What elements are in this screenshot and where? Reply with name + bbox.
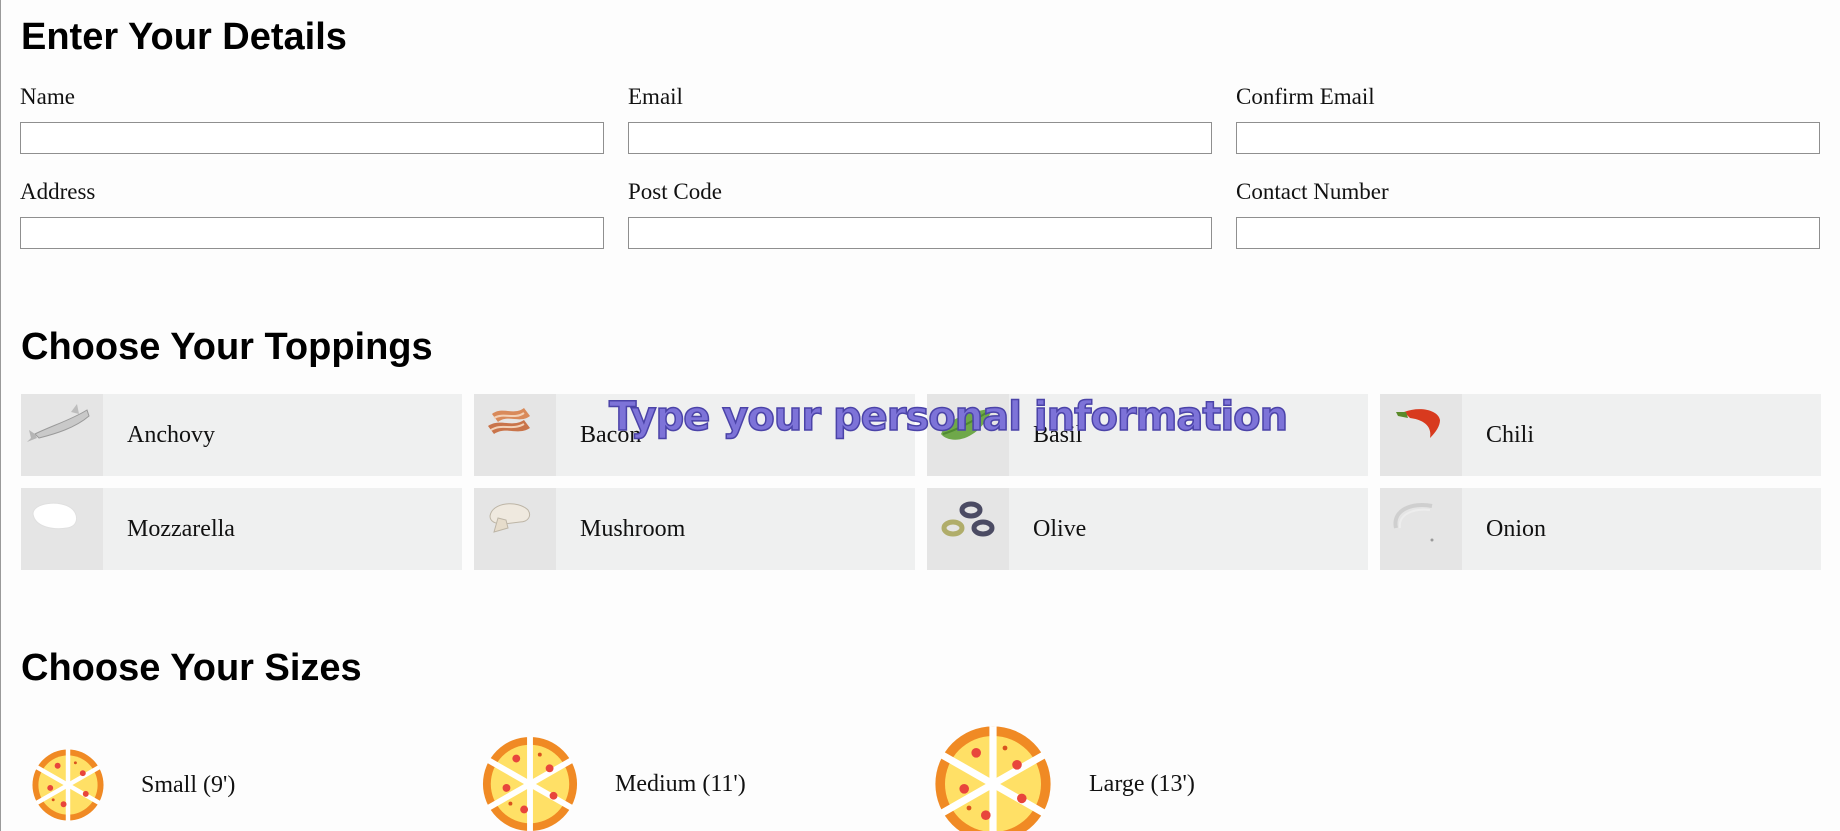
confirm-email-input[interactable] — [1236, 122, 1820, 154]
size-large-label: Large (13') — [1089, 770, 1195, 797]
contact-number-label: Contact Number — [1236, 179, 1389, 204]
topping-bacon[interactable]: Bacon — [474, 394, 915, 476]
post-code-label: Post Code — [628, 179, 722, 204]
address-field: Address — [20, 180, 604, 249]
pizza-icon — [935, 726, 1051, 831]
size-medium-label: Medium (11') — [615, 770, 746, 797]
size-medium[interactable]: Medium (11') — [481, 735, 746, 831]
email-input[interactable] — [628, 122, 1212, 154]
email-field: Email — [628, 85, 1212, 154]
confirm-email-label: Confirm Email — [1236, 84, 1375, 109]
contact-number-input[interactable] — [1236, 217, 1820, 249]
size-large[interactable]: Large (13') — [933, 724, 1195, 831]
toppings-heading: Choose Your Toppings — [21, 326, 433, 368]
basil-label: Basil — [1033, 421, 1083, 448]
address-label: Address — [20, 179, 96, 204]
basil-icon — [927, 394, 1009, 476]
topping-mozzarella[interactable]: Mozzarella — [21, 488, 462, 570]
confirm-email-field: Confirm Email — [1236, 85, 1820, 154]
name-field: Name — [20, 85, 604, 154]
details-heading: Enter Your Details — [21, 16, 347, 58]
mushroom-icon — [474, 488, 556, 570]
contact-number-field: Contact Number — [1236, 180, 1820, 249]
mozzarella-icon — [21, 488, 103, 570]
pizza-icon — [32, 749, 104, 821]
topping-onion[interactable]: Onion — [1380, 488, 1821, 570]
anchovy-label: Anchovy — [127, 421, 215, 448]
onion-label: Onion — [1486, 515, 1546, 542]
post-code-input[interactable] — [628, 217, 1212, 249]
pizza-icon — [482, 736, 578, 831]
anchovy-icon — [21, 394, 103, 476]
email-label: Email — [628, 84, 683, 109]
olive-label: Olive — [1033, 515, 1087, 542]
topping-anchovy[interactable]: Anchovy — [21, 394, 462, 476]
olive-icon — [927, 488, 1009, 570]
mozzarella-label: Mozzarella — [127, 515, 235, 542]
size-small[interactable]: Small (9') — [31, 748, 235, 822]
topping-olive[interactable]: Olive — [927, 488, 1368, 570]
bacon-label: Bacon — [580, 421, 642, 448]
post-code-field: Post Code — [628, 180, 1212, 249]
sizes-heading: Choose Your Sizes — [21, 647, 362, 689]
name-input[interactable] — [20, 122, 604, 154]
onion-icon — [1380, 488, 1462, 570]
chili-label: Chili — [1486, 421, 1535, 448]
topping-mushroom[interactable]: Mushroom — [474, 488, 915, 570]
topping-chili[interactable]: Chili — [1380, 394, 1821, 476]
address-input[interactable] — [20, 217, 604, 249]
size-small-label: Small (9') — [141, 771, 236, 798]
mushroom-label: Mushroom — [580, 515, 686, 542]
chili-icon — [1380, 394, 1462, 476]
name-label: Name — [20, 84, 75, 109]
bacon-icon — [474, 394, 556, 476]
topping-basil[interactable]: Basil — [927, 394, 1368, 476]
